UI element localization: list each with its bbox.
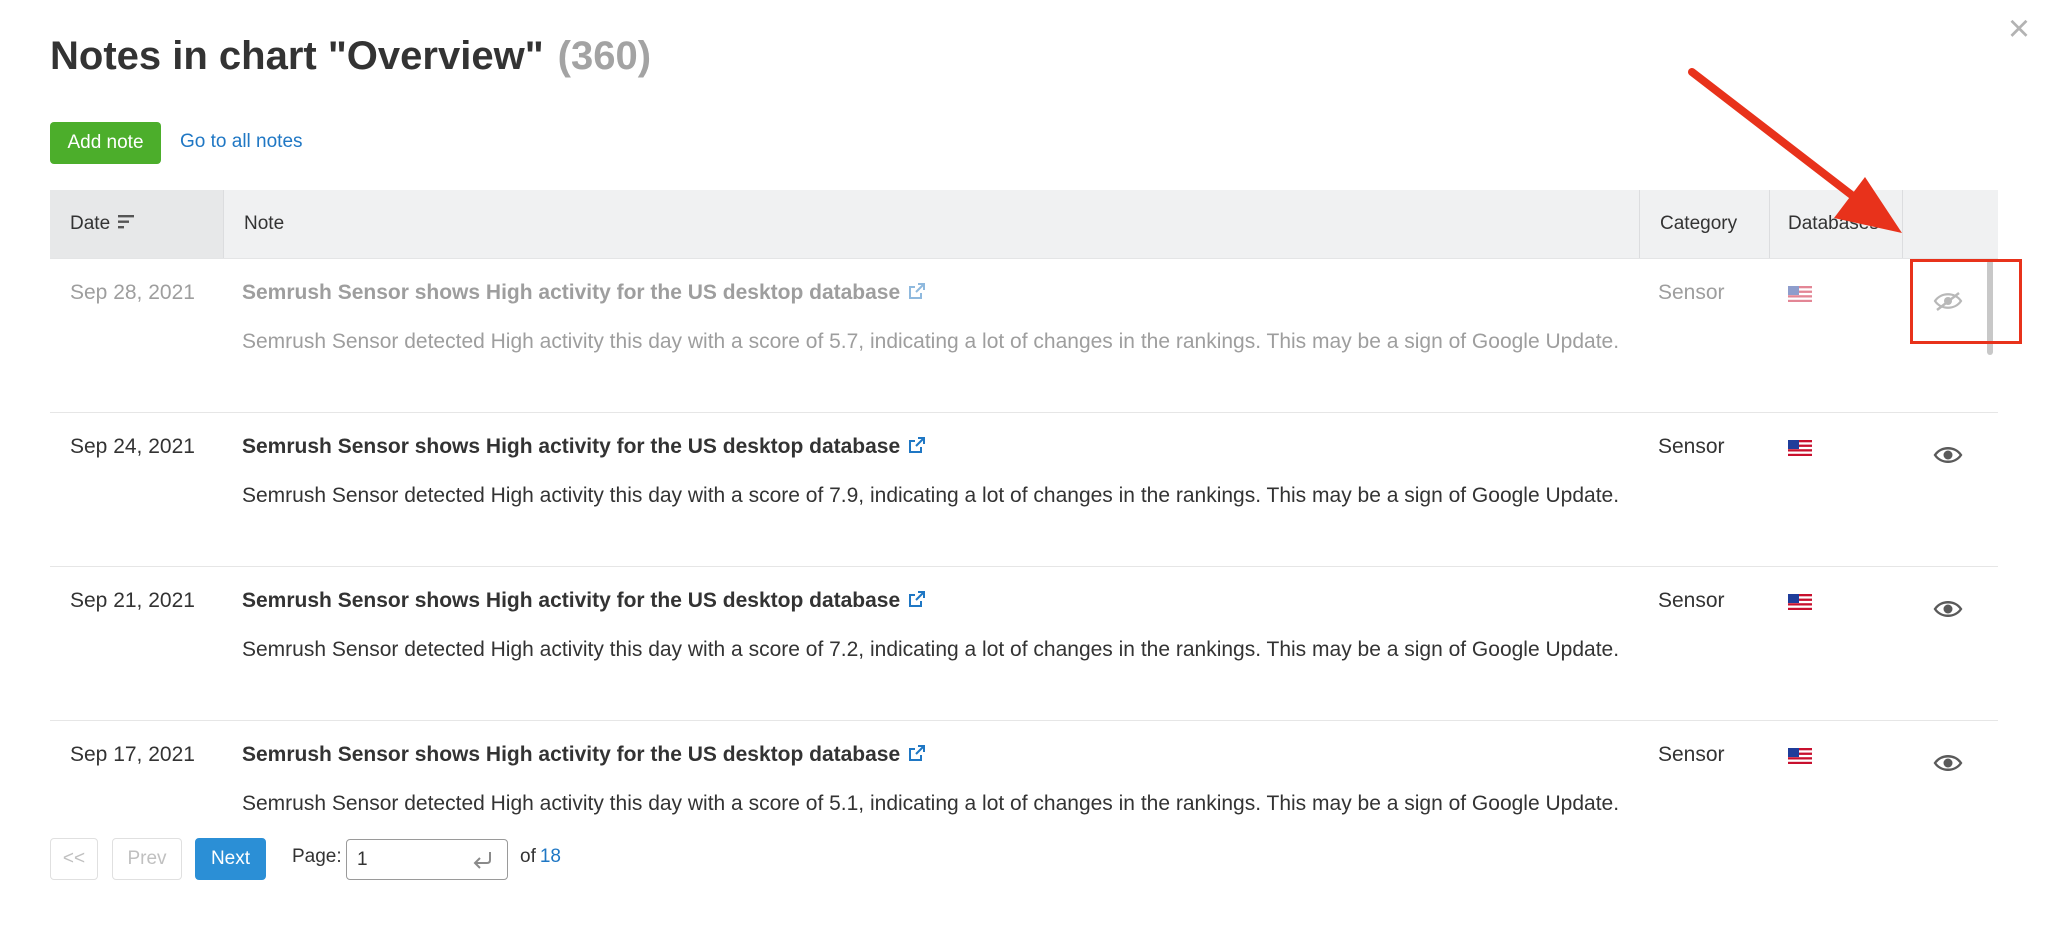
note-title-text: Semrush Sensor shows High activity for t… <box>242 435 901 458</box>
next-page-button[interactable]: Next <box>195 838 266 880</box>
page-label: Page: <box>292 846 342 867</box>
external-link-icon[interactable] <box>908 436 926 454</box>
close-button[interactable]: × <box>2000 10 2038 48</box>
note-title: Semrush Sensor shows High activity for t… <box>242 435 926 459</box>
column-header-note: Note <box>223 190 1689 258</box>
note-date: Sep 24, 2021 <box>70 435 195 458</box>
note-description: Semrush Sensor detected High activity th… <box>242 330 1620 353</box>
page-title: Notes in chart "Overview" (360) <box>50 34 651 79</box>
total-pages-value[interactable]: 18 <box>540 846 561 867</box>
sort-icon <box>118 215 135 229</box>
us-flag-icon <box>1788 748 1812 764</box>
note-title: Semrush Sensor shows High activity for t… <box>242 743 926 767</box>
pagination: << Prev Next Page: of18 <box>50 838 610 880</box>
note-title-text: Semrush Sensor shows High activity for t… <box>242 743 901 766</box>
note-title-text: Semrush Sensor shows High activity for t… <box>242 589 901 612</box>
of-label: of <box>520 846 536 867</box>
annotation-arrow <box>1688 68 1902 233</box>
enter-return-icon[interactable] <box>471 849 495 871</box>
eye-icon[interactable] <box>1933 598 1963 620</box>
add-note-button[interactable]: Add note <box>50 122 161 164</box>
table-row: Sep 21, 2021 Semrush Sensor shows High a… <box>50 567 1998 721</box>
note-date: Sep 28, 2021 <box>70 281 195 304</box>
column-header-date-label: Date <box>70 213 111 234</box>
table-row: Sep 17, 2021 Semrush Sensor shows High a… <box>50 721 1998 815</box>
table-body: Sep 28, 2021 Semrush Sensor shows High a… <box>50 259 1998 815</box>
us-flag-icon <box>1788 286 1812 302</box>
go-to-all-notes-link[interactable]: Go to all notes <box>180 128 303 156</box>
column-header-date[interactable]: Date <box>50 190 223 258</box>
external-link-icon[interactable] <box>908 744 926 762</box>
eye-icon[interactable] <box>1933 752 1963 774</box>
note-category: Sensor <box>1658 743 1725 766</box>
table-row: Sep 28, 2021 Semrush Sensor shows High a… <box>50 259 1998 413</box>
prev-page-button[interactable]: Prev <box>112 838 182 880</box>
note-date: Sep 17, 2021 <box>70 743 195 766</box>
annotation-highlight-box <box>1910 259 2022 344</box>
external-link-icon[interactable] <box>908 590 926 608</box>
total-pages: of 18 <box>520 846 561 868</box>
page-title-text: Notes in chart "Overview" <box>50 34 544 78</box>
table-row: Sep 24, 2021 Semrush Sensor shows High a… <box>50 413 1998 567</box>
note-title: Semrush Sensor shows High activity for t… <box>242 589 926 613</box>
page-number-input[interactable] <box>357 846 467 874</box>
note-description: Semrush Sensor detected High activity th… <box>242 484 1620 507</box>
note-date: Sep 21, 2021 <box>70 589 195 612</box>
note-description: Semrush Sensor detected High activity th… <box>242 792 1620 815</box>
note-category: Sensor <box>1658 281 1725 304</box>
external-link-icon[interactable] <box>908 282 926 300</box>
us-flag-icon <box>1788 594 1812 610</box>
note-category: Sensor <box>1658 589 1725 612</box>
first-page-button[interactable]: << <box>50 838 98 880</box>
page-input-box <box>346 839 508 880</box>
notes-count: (360) <box>557 34 652 78</box>
note-title-text: Semrush Sensor shows High activity for t… <box>242 281 901 304</box>
eye-icon[interactable] <box>1933 444 1963 466</box>
note-title: Semrush Sensor shows High activity for t… <box>242 281 926 305</box>
note-description: Semrush Sensor detected High activity th… <box>242 638 1620 661</box>
note-category: Sensor <box>1658 435 1725 458</box>
us-flag-icon <box>1788 440 1812 456</box>
notes-table: Date Note Category Databases Sep 28, 202… <box>50 190 1998 815</box>
